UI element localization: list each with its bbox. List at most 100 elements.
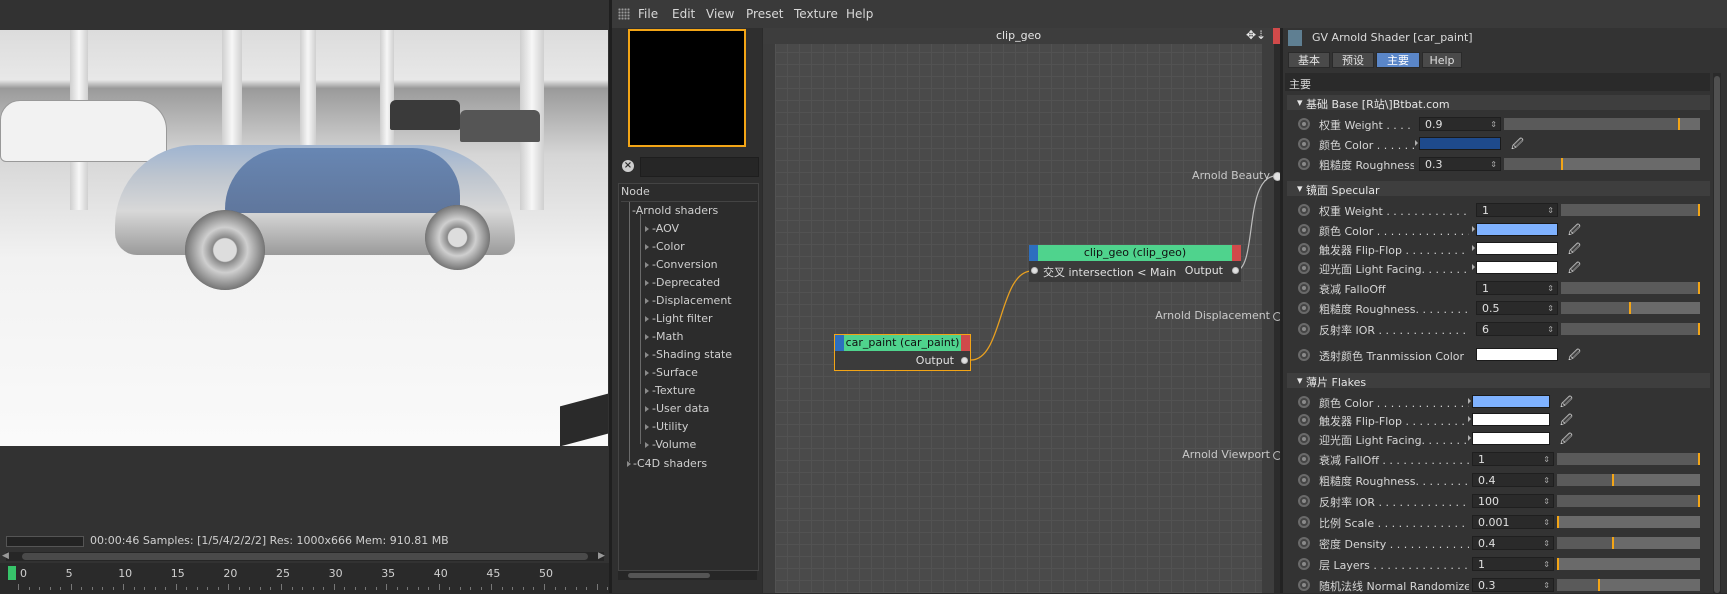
eyedropper-icon[interactable]: 🖉 <box>1568 259 1581 280</box>
slider-knob[interactable] <box>1612 474 1615 486</box>
param-slider[interactable] <box>1504 118 1700 130</box>
eyedropper-icon[interactable]: 🖉 <box>1511 135 1524 156</box>
color-swatch[interactable] <box>1476 223 1558 236</box>
expand-arrow-icon[interactable] <box>645 424 649 430</box>
eyedropper-icon[interactable]: 🖉 <box>1568 346 1581 367</box>
menu-file[interactable]: File <box>638 7 658 21</box>
animate-radio-icon[interactable] <box>1298 433 1310 445</box>
animate-radio-icon[interactable] <box>1298 323 1310 335</box>
slider-knob[interactable] <box>1698 323 1700 335</box>
color-swatch[interactable] <box>1472 432 1550 445</box>
color-expand-icon[interactable] <box>1468 398 1471 404</box>
param-slider[interactable] <box>1561 282 1700 294</box>
param-value-field[interactable]: 0.4 <box>1472 473 1554 488</box>
tab-help[interactable]: Help <box>1422 52 1462 68</box>
param-slider[interactable] <box>1504 158 1700 170</box>
animate-radio-icon[interactable] <box>1298 204 1310 216</box>
animate-radio-icon[interactable] <box>1298 138 1310 150</box>
color-expand-icon[interactable] <box>1415 140 1418 146</box>
menu-edit[interactable]: Edit <box>672 7 695 21</box>
param-value-field[interactable]: 0.3 <box>1472 578 1554 593</box>
expand-arrow-icon[interactable] <box>645 388 649 394</box>
param-slider[interactable] <box>1557 537 1700 549</box>
color-swatch[interactable] <box>1472 395 1550 408</box>
animate-radio-icon[interactable] <box>1298 537 1310 549</box>
animate-radio-icon[interactable] <box>1298 118 1310 130</box>
tree-scroll-thumb[interactable] <box>628 573 710 578</box>
expand-arrow-icon[interactable] <box>645 226 649 232</box>
tree-item-c4d-shaders[interactable]: -C4D shaders <box>633 457 707 470</box>
animate-radio-icon[interactable] <box>1298 302 1310 314</box>
color-expand-icon[interactable] <box>1468 416 1471 422</box>
transmission-color-swatch[interactable] <box>1476 348 1558 361</box>
animate-radio-icon[interactable] <box>1298 579 1310 591</box>
param-slider[interactable] <box>1557 453 1700 465</box>
tree-item-user-data[interactable]: -User data <box>652 402 709 415</box>
param-slider[interactable] <box>1557 516 1700 528</box>
scroll-left-arrow-icon[interactable]: ◀ <box>2 551 9 561</box>
menu-help[interactable]: Help <box>846 7 873 21</box>
param-value-field[interactable]: 0.3 <box>1419 157 1501 172</box>
param-value-field[interactable]: 0.5 <box>1476 301 1558 316</box>
tab-basic[interactable]: 基本 <box>1288 52 1330 68</box>
slider-knob[interactable] <box>1557 516 1559 528</box>
param-value-field[interactable]: 0.001 <box>1472 515 1554 530</box>
slider-knob[interactable] <box>1628 302 1631 314</box>
tree-item-conversion[interactable]: -Conversion <box>652 258 718 271</box>
node-car-paint[interactable]: car_paint (car_paint) Output <box>834 334 971 371</box>
slider-knob[interactable] <box>1612 537 1615 549</box>
slider-knob[interactable] <box>1698 453 1700 465</box>
tree-item-light-filter[interactable]: -Light filter <box>652 312 713 325</box>
param-slider[interactable] <box>1557 558 1700 570</box>
param-slider[interactable] <box>1561 204 1700 216</box>
expand-arrow-icon[interactable] <box>645 316 649 322</box>
tree-item-shading-state[interactable]: -Shading state <box>652 348 732 361</box>
tree-item-displacement[interactable]: -Displacement <box>652 294 732 307</box>
param-slider[interactable] <box>1557 495 1700 507</box>
animate-radio-icon[interactable] <box>1298 349 1310 361</box>
tree-item-deprecated[interactable]: -Deprecated <box>652 276 720 289</box>
animate-radio-icon[interactable] <box>1298 396 1310 408</box>
tree-item-volume[interactable]: -Volume <box>652 438 696 451</box>
car-paint-output-port[interactable] <box>961 357 968 364</box>
panel-grip-icon[interactable] <box>618 8 630 20</box>
color-expand-icon[interactable] <box>1472 264 1475 270</box>
tree-item-math[interactable]: -Math <box>652 330 684 343</box>
expand-arrow-icon[interactable] <box>645 406 649 412</box>
animate-radio-icon[interactable] <box>1298 224 1310 236</box>
expand-arrow-icon[interactable] <box>645 262 649 268</box>
color-swatch[interactable] <box>1476 261 1558 274</box>
expand-arrow-icon[interactable] <box>645 442 649 448</box>
tree-item-color[interactable]: -Color <box>652 240 685 253</box>
param-slider[interactable] <box>1561 302 1700 314</box>
eyedropper-icon[interactable]: 🖉 <box>1568 221 1581 242</box>
eyedropper-icon[interactable]: 🖉 <box>1560 430 1573 451</box>
param-value-field[interactable]: 0.4 <box>1472 536 1554 551</box>
param-value-field[interactable]: 0.9 <box>1419 117 1501 132</box>
slider-knob[interactable] <box>1698 495 1700 507</box>
param-value-field[interactable]: 6 <box>1476 322 1558 337</box>
color-expand-icon[interactable] <box>1472 245 1475 251</box>
color-expand-icon[interactable] <box>1468 435 1471 441</box>
color-swatch[interactable] <box>1472 413 1550 426</box>
timeline-current-frame-marker[interactable] <box>8 566 16 580</box>
tree-item-surface[interactable]: -Surface <box>652 366 698 379</box>
eyedropper-icon[interactable]: 🖉 <box>1560 411 1573 432</box>
menu-preset[interactable]: Preset <box>746 7 783 21</box>
param-slider[interactable] <box>1557 474 1700 486</box>
expand-arrow-icon[interactable] <box>645 244 649 250</box>
slider-knob[interactable] <box>1557 558 1559 570</box>
slider-knob[interactable] <box>1597 579 1600 591</box>
slider-knob[interactable] <box>1698 204 1700 216</box>
group-flakes-expand-icon[interactable]: ▾ <box>1297 374 1303 387</box>
clip-geo-output-port[interactable] <box>1232 267 1239 274</box>
expand-arrow-icon[interactable] <box>627 461 631 467</box>
param-value-field[interactable]: 1 <box>1476 203 1558 218</box>
animate-radio-icon[interactable] <box>1298 495 1310 507</box>
eyedropper-icon[interactable]: 🖉 <box>1568 240 1581 261</box>
slider-knob[interactable] <box>1560 158 1563 170</box>
tab-main[interactable]: 主要 <box>1376 52 1420 68</box>
render-image[interactable] <box>0 30 608 446</box>
param-value-field[interactable]: 1 <box>1472 557 1554 572</box>
animate-radio-icon[interactable] <box>1298 414 1310 426</box>
